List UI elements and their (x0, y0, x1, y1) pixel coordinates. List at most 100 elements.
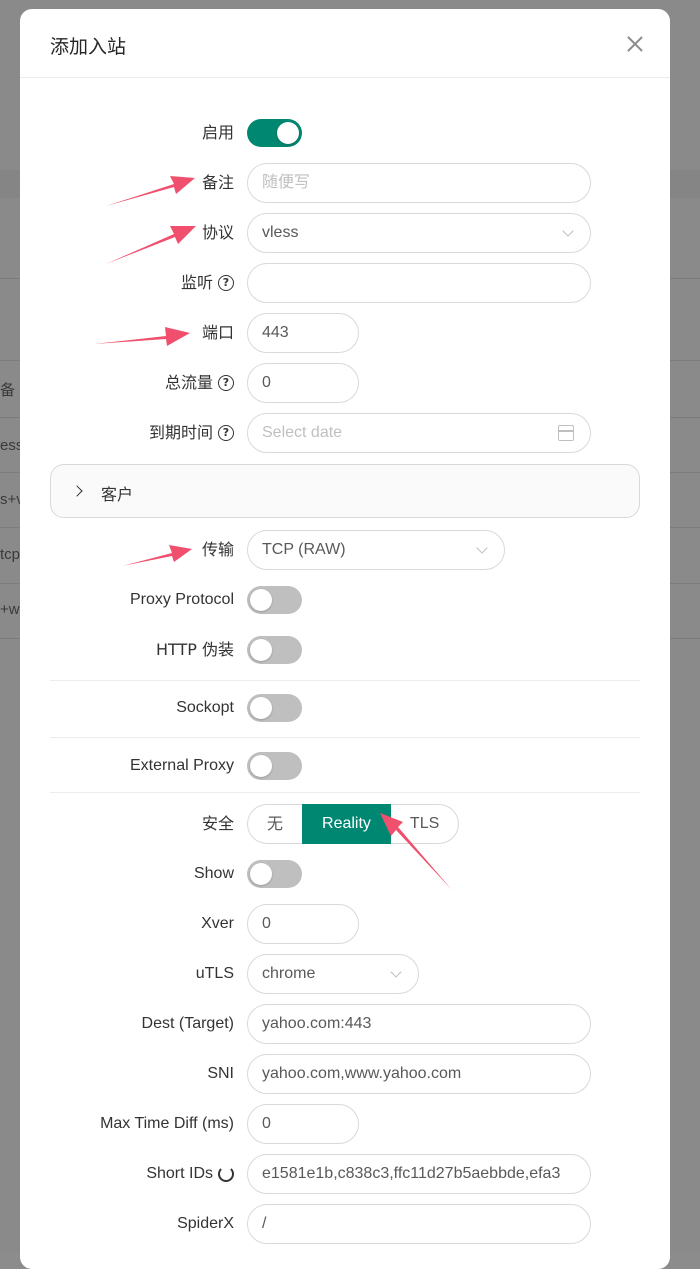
sockopt-row: Sockopt (20, 688, 670, 728)
remark-label: 备注 (201, 173, 234, 192)
divider (50, 792, 640, 793)
show-row: Show (20, 854, 670, 894)
max-time-diff-row: Max Time Diff (ms) 0 (20, 1104, 670, 1144)
sockopt-label: Sockopt (176, 699, 234, 716)
xver-row: Xver 0 (20, 904, 670, 944)
max-time-diff-label: Max Time Diff (ms) (100, 1115, 234, 1132)
transport-select[interactable]: TCP (RAW) (247, 530, 505, 570)
total-traffic-input[interactable]: 0 (247, 363, 359, 403)
transport-value: TCP (RAW) (262, 541, 346, 558)
protocol-row: 协议 vless (20, 213, 670, 253)
spiderx-input[interactable]: / (247, 1204, 591, 1244)
show-toggle[interactable] (247, 860, 302, 888)
dialog-header: 添加入站 (20, 9, 670, 78)
spiderx-label: SpiderX (177, 1215, 234, 1232)
external-proxy-label: External Proxy (129, 757, 234, 774)
total-traffic-label: 总流量? (165, 363, 234, 403)
xver-label: Xver (201, 915, 234, 932)
listen-input[interactable] (247, 263, 591, 303)
sni-label: SNI (207, 1065, 234, 1082)
port-row: 端口 443 (20, 313, 670, 353)
transport-label: 传输 (201, 540, 234, 559)
dest-input[interactable]: yahoo.com:443 (247, 1004, 591, 1044)
transport-row: 传输 TCP (RAW) (20, 530, 670, 570)
toggle-knob (250, 639, 272, 661)
utls-value: chrome (262, 965, 316, 982)
proxy-protocol-label: Proxy Protocol (129, 591, 234, 608)
security-option-tls[interactable]: TLS (390, 804, 460, 844)
chevron-right-icon (71, 485, 83, 497)
enable-toggle[interactable] (247, 119, 302, 147)
refresh-icon[interactable] (218, 1166, 234, 1182)
protocol-label: 协议 (201, 223, 234, 242)
toggle-knob (250, 697, 272, 719)
http-obfs-label: HTTP 伪装 (155, 640, 234, 659)
listen-label-text: 监听 (180, 273, 213, 292)
security-segmented-control: 无 Reality TLS (247, 804, 460, 844)
http-obfs-toggle[interactable] (247, 636, 302, 664)
sni-input[interactable]: yahoo.com,www.yahoo.com (247, 1054, 591, 1094)
listen-row: 监听? (20, 263, 670, 303)
http-obfs-row: HTTP 伪装 (20, 630, 670, 670)
expiry-label-text: 到期时间 (148, 423, 213, 442)
utls-select[interactable]: chrome (247, 954, 419, 994)
proxy-protocol-row: Proxy Protocol (20, 580, 670, 620)
security-row: 安全 无 Reality TLS (20, 804, 670, 844)
show-label: Show (193, 865, 234, 882)
short-ids-row: Short IDs e1581e1b,c838c3,ffc11d27b5aebb… (20, 1154, 670, 1194)
total-traffic-label-text: 总流量 (164, 373, 213, 392)
enable-row: 启用 (20, 113, 670, 153)
short-ids-input[interactable]: e1581e1b,c838c3,ffc11d27b5aebbde,efa3 (247, 1154, 591, 1194)
expiry-row: 到期时间? Select date (20, 413, 670, 453)
xver-input[interactable]: 0 (247, 904, 359, 944)
remark-input[interactable]: 随便写 (247, 163, 591, 203)
utls-label: uTLS (195, 965, 234, 982)
close-icon[interactable] (624, 33, 646, 55)
sni-row: SNI yahoo.com,www.yahoo.com (20, 1054, 670, 1094)
question-circle-icon[interactable]: ? (218, 375, 234, 391)
port-label: 端口 (201, 323, 234, 342)
toggle-knob (277, 122, 299, 144)
dialog-title: 添加入站 (50, 36, 127, 58)
external-proxy-row: External Proxy (20, 746, 670, 786)
chevron-down-icon (562, 225, 574, 237)
background-cell: tcp (0, 546, 21, 563)
clients-label: 客户 (101, 485, 134, 504)
toggle-knob (250, 589, 272, 611)
short-ids-label-text: Short IDs (146, 1165, 213, 1182)
expiry-label: 到期时间? (149, 413, 234, 453)
security-label: 安全 (201, 814, 234, 833)
protocol-value: vless (262, 224, 299, 241)
question-circle-icon[interactable]: ? (218, 425, 234, 441)
sockopt-toggle[interactable] (247, 694, 302, 722)
expiry-date-picker[interactable]: Select date (247, 413, 591, 453)
divider (50, 737, 640, 738)
dest-label: Dest (Target) (141, 1015, 234, 1032)
max-time-diff-input[interactable]: 0 (247, 1104, 359, 1144)
security-option-none[interactable]: 无 (247, 804, 303, 844)
clients-collapse[interactable]: 客户 (50, 464, 640, 518)
chevron-down-icon (390, 966, 402, 978)
port-input[interactable]: 443 (247, 313, 359, 353)
calendar-icon (558, 425, 574, 441)
expiry-placeholder: Select date (262, 424, 343, 441)
protocol-select[interactable]: vless (247, 213, 591, 253)
short-ids-label: Short IDs (146, 1154, 234, 1194)
total-traffic-row: 总流量? 0 (20, 363, 670, 403)
external-proxy-toggle[interactable] (247, 752, 302, 780)
background-cell: 备 (0, 382, 16, 399)
divider (50, 680, 640, 681)
dest-row: Dest (Target) yahoo.com:443 (20, 1004, 670, 1044)
spiderx-row: SpiderX / (20, 1204, 670, 1244)
toggle-knob (250, 863, 272, 885)
toggle-knob (250, 755, 272, 777)
listen-label: 监听? (181, 263, 234, 303)
enable-label: 启用 (201, 123, 234, 142)
proxy-protocol-toggle[interactable] (247, 586, 302, 614)
security-option-reality[interactable]: Reality (302, 804, 391, 844)
remark-row: 备注 随便写 (20, 163, 670, 203)
add-inbound-dialog: 添加入站 启用 备注 随便写 协议 vless 监听? 端口 443 总流量? … (20, 9, 670, 1269)
chevron-down-icon (476, 542, 488, 554)
background-cell: +w (0, 601, 20, 618)
question-circle-icon[interactable]: ? (218, 275, 234, 291)
